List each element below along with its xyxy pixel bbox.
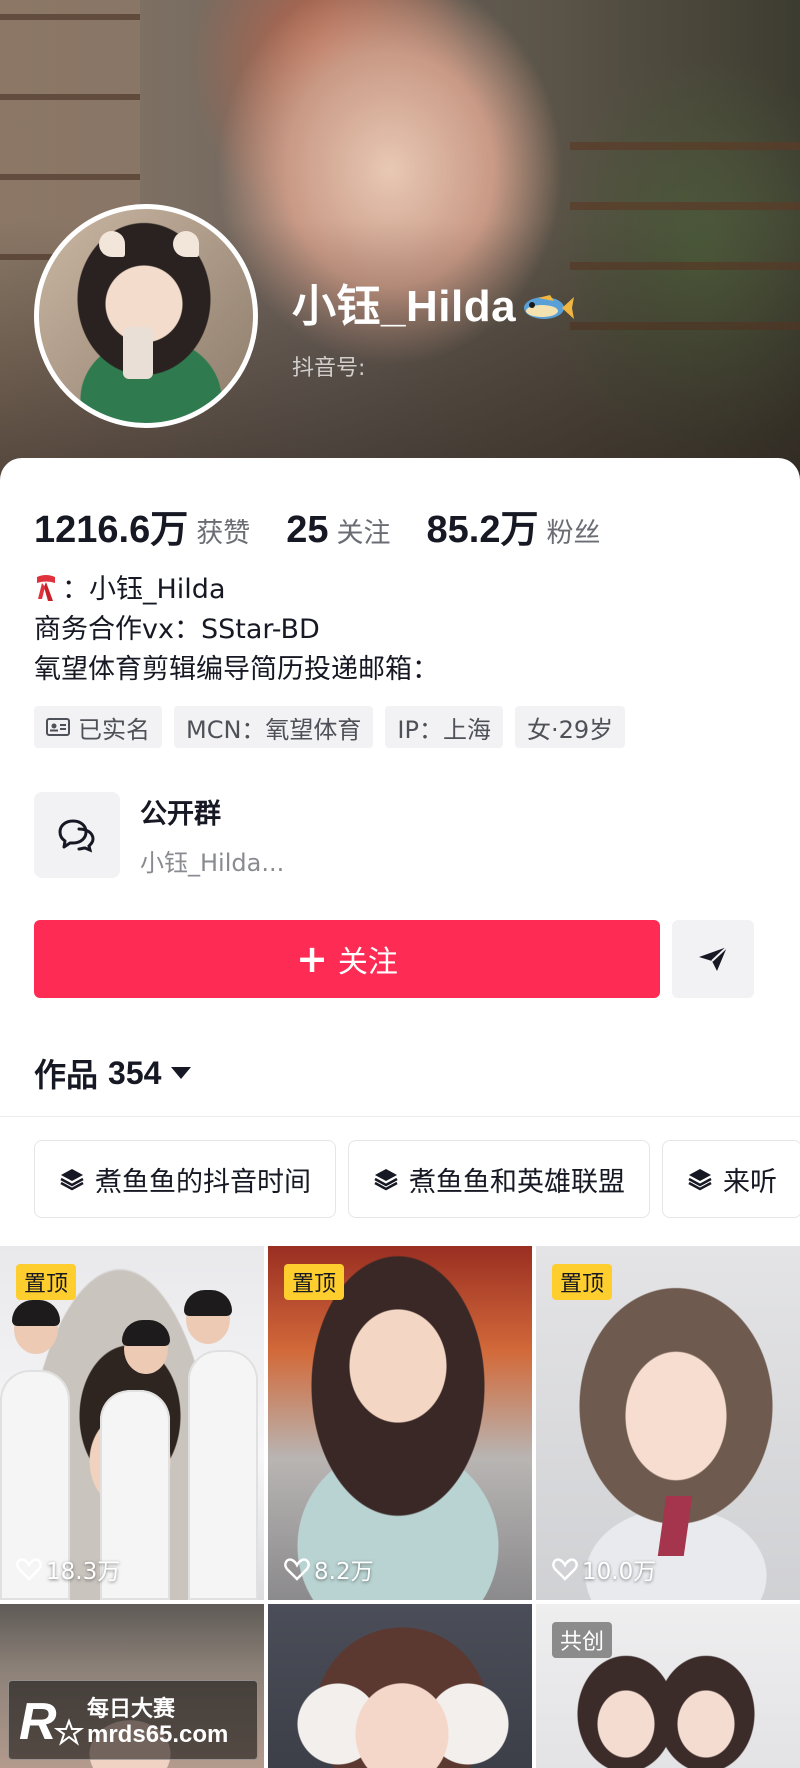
video-likes-count: 10.0万 bbox=[582, 1559, 657, 1585]
heart-icon bbox=[552, 1558, 578, 1581]
watermark-title: 每日大赛 bbox=[87, 1697, 176, 1722]
caret-down-icon bbox=[171, 1067, 192, 1079]
layers-icon bbox=[60, 1169, 84, 1191]
video-likes: 10.0万 bbox=[552, 1552, 656, 1586]
collection-chip[interactable]: 来听 bbox=[662, 1140, 800, 1218]
tile-figure-hair bbox=[12, 1300, 60, 1326]
tag-mcn[interactable]: MCN：氧望体育 bbox=[174, 706, 374, 748]
stat-followers-label: 粉丝 bbox=[546, 518, 601, 549]
stat-likes-label: 获赞 bbox=[196, 518, 251, 549]
tag-verified-label: 已实名 bbox=[78, 715, 150, 744]
avatar-ears bbox=[99, 231, 199, 261]
works-label: 作品 bbox=[34, 1056, 99, 1094]
video-likes: 8.2万 bbox=[284, 1552, 374, 1586]
works-count: 354 bbox=[108, 1054, 162, 1091]
watermark-logo-icon: R bbox=[19, 1693, 85, 1751]
collection-label: 煮鱼鱼的抖音时间 bbox=[95, 1166, 311, 1198]
collection-chip[interactable]: 煮鱼鱼和英雄联盟 bbox=[348, 1140, 650, 1218]
video-tile[interactable]: 共创 bbox=[536, 1604, 800, 1768]
watermark-url: mrds65.com bbox=[87, 1721, 229, 1748]
stat-likes-value: 1216.6万 bbox=[34, 509, 189, 551]
pinned-badge: 置顶 bbox=[552, 1264, 613, 1300]
tag-ip-label: IP：上海 bbox=[397, 715, 491, 744]
bio-line-1: ：小钰_Hilda bbox=[34, 570, 439, 610]
tag-gender-age-label: 女·29岁 bbox=[526, 715, 614, 744]
co-create-badge: 共创 bbox=[552, 1622, 613, 1658]
video-likes-count: 8.2万 bbox=[314, 1559, 374, 1585]
collection-chip[interactable]: 煮鱼鱼的抖音时间 bbox=[34, 1140, 336, 1218]
send-icon bbox=[699, 946, 728, 971]
tag-verified[interactable]: 已实名 bbox=[34, 706, 162, 748]
tag-ip: IP：上海 bbox=[385, 706, 503, 748]
group-chat-icon bbox=[58, 819, 95, 853]
stats-row: 1216.6万 获赞 25 关注 85.2万 粉丝 bbox=[34, 498, 636, 553]
section-divider bbox=[0, 1116, 800, 1117]
tag-mcn-label: MCN：氧望体育 bbox=[186, 715, 362, 744]
group-text: 公开群 小钰_Hilda... bbox=[140, 792, 284, 878]
video-tile[interactable]: 置顶 8.2万 bbox=[268, 1246, 532, 1600]
stat-followers[interactable]: 85.2万 粉丝 bbox=[427, 498, 601, 553]
works-tab[interactable]: 作品 354 bbox=[34, 1050, 192, 1096]
stat-likes: 1216.6万 获赞 bbox=[34, 498, 250, 553]
pinned-badge: 置顶 bbox=[284, 1264, 345, 1300]
bio-line-2: 商务合作vx：SStar-BD bbox=[34, 614, 320, 645]
tile-figure bbox=[188, 1350, 258, 1600]
tile-figure-hair bbox=[184, 1290, 232, 1316]
display-name: 小钰_Hilda bbox=[292, 282, 517, 331]
id-card-icon bbox=[46, 718, 70, 736]
group-icon-box bbox=[34, 792, 120, 878]
follow-button-label: 关注 bbox=[337, 945, 398, 980]
tags-row: 已实名 MCN：氧望体育 IP：上海 女·29岁 bbox=[34, 706, 637, 748]
tag-gender-age: 女·29岁 bbox=[514, 706, 626, 748]
bio-line-3: 氧望体育剪辑编导简历投递邮箱： bbox=[34, 654, 439, 685]
tile-tie bbox=[657, 1496, 693, 1556]
video-tile[interactable] bbox=[268, 1604, 532, 1768]
stat-following-label: 关注 bbox=[336, 518, 391, 549]
plus-icon: + bbox=[296, 937, 328, 981]
group-subtitle: 小钰_Hilda... bbox=[140, 849, 285, 877]
public-group[interactable]: 公开群 小钰_Hilda... bbox=[34, 792, 284, 878]
follow-button[interactable]: + 关注 bbox=[34, 920, 660, 998]
collection-label: 煮鱼鱼和英雄联盟 bbox=[409, 1166, 625, 1198]
video-tile[interactable]: 置顶 10.0万 bbox=[536, 1246, 800, 1600]
avatar-cup bbox=[123, 327, 153, 379]
video-likes-count: 18.3万 bbox=[46, 1559, 121, 1585]
svg-text:R: R bbox=[19, 1693, 57, 1751]
collection-label: 来听 bbox=[723, 1166, 777, 1198]
bio: ：小钰_Hilda 商务合作vx：SStar-BD 氧望体育剪辑编导简历投递邮箱… bbox=[34, 570, 439, 690]
profile-card: 1216.6万 获赞 25 关注 85.2万 粉丝 ：小钰_Hilda 商务合作… bbox=[0, 458, 800, 1768]
heart-icon bbox=[284, 1558, 310, 1581]
fish-icon bbox=[524, 295, 575, 319]
profile-name-block: 小钰_Hilda 抖音号: bbox=[292, 270, 575, 382]
scarf-icon bbox=[37, 575, 55, 601]
collections-row: 煮鱼鱼的抖音时间 煮鱼鱼和英雄联盟 来听 bbox=[34, 1140, 800, 1218]
watermark: R 每日大赛 mrds65.com bbox=[8, 1680, 258, 1760]
douyin-id: 抖音号: bbox=[292, 356, 366, 381]
heart-icon bbox=[16, 1558, 42, 1581]
layers-icon bbox=[374, 1169, 398, 1191]
stat-followers-value: 85.2万 bbox=[426, 509, 539, 551]
layers-icon bbox=[688, 1169, 712, 1191]
stat-following-value: 25 bbox=[286, 509, 329, 551]
video-tile[interactable]: 置顶 18.3万 bbox=[0, 1246, 264, 1600]
pinned-badge: 置顶 bbox=[16, 1264, 77, 1300]
stat-following[interactable]: 25 关注 bbox=[286, 509, 390, 552]
tile-figure-hair bbox=[122, 1320, 170, 1346]
video-likes: 18.3万 bbox=[16, 1552, 120, 1586]
bio-line-1-text: ：小钰_Hilda bbox=[62, 574, 226, 605]
group-title: 公开群 bbox=[140, 799, 221, 830]
share-button[interactable] bbox=[672, 920, 754, 998]
avatar[interactable] bbox=[34, 204, 258, 428]
